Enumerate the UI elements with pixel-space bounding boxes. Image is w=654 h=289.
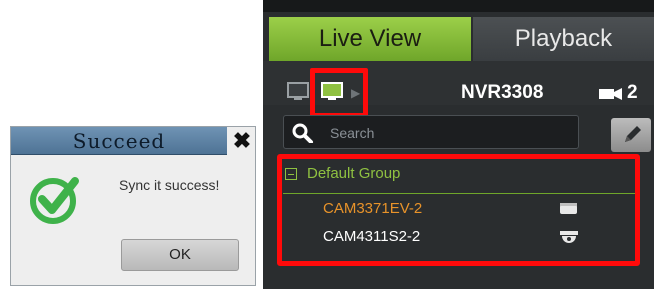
highlight-box-sync-button — [310, 68, 368, 118]
tab-playback[interactable]: Playback — [473, 17, 654, 61]
device-name: NVR3308 — [461, 82, 544, 103]
pencil-icon — [621, 124, 643, 151]
tree-group-row[interactable]: Default Group — [285, 164, 637, 190]
tab-live-view[interactable]: Live View — [269, 17, 471, 61]
close-icon[interactable]: ✖ — [229, 129, 255, 153]
group-label: Default Group — [307, 165, 401, 182]
checkmark-circle-icon — [25, 169, 85, 234]
dialog-message: Sync it success! — [119, 177, 220, 193]
camera-list-item[interactable]: CAM3371EV-2 — [323, 198, 633, 222]
camera-count: 2 — [627, 82, 638, 103]
ok-button[interactable]: OK — [121, 239, 239, 271]
edit-button[interactable] — [611, 118, 651, 152]
search-input[interactable]: Search — [283, 115, 579, 149]
camera-label: CAM3371EV-2 — [323, 200, 423, 217]
bullet-camera-icon — [559, 202, 579, 221]
dialog-title: Succeed — [11, 127, 227, 155]
camera-list-item[interactable]: CAM4311S2-2 — [323, 226, 633, 250]
nvr-client-panel: Live View Playback ▶ NVR3308 2 Search De… — [263, 0, 654, 289]
group-divider — [283, 193, 635, 194]
camera-count-icon — [599, 86, 623, 107]
dome-camera-icon — [559, 230, 579, 251]
search-placeholder: Search — [330, 125, 375, 141]
collapse-icon[interactable] — [285, 168, 297, 180]
top-strip — [263, 0, 654, 12]
search-icon — [292, 123, 314, 148]
monitor-icon[interactable] — [287, 82, 309, 107]
success-dialog: Succeed ✖ Sync it success! OK — [10, 126, 256, 286]
camera-label: CAM4311S2-2 — [323, 228, 421, 245]
